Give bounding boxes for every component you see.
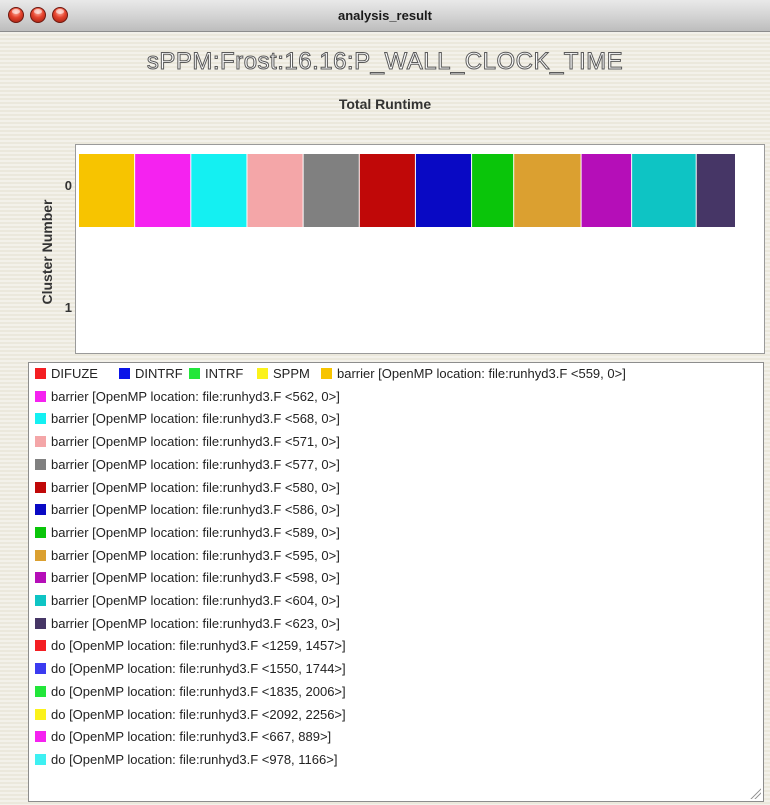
legend-swatch	[35, 572, 46, 584]
legend-swatch	[35, 549, 46, 561]
legend-swatch	[35, 458, 46, 470]
legend-label: barrier [OpenMP location: file:runhyd3.F…	[51, 615, 340, 631]
legend-label: do [OpenMP location: file:runhyd3.F <155…	[51, 661, 346, 677]
legend-swatch	[35, 526, 46, 538]
legend-swatch	[35, 753, 46, 765]
y-axis-label: Cluster Number	[39, 199, 55, 305]
legend-panel[interactable]: DIFUZE DINTRF INTRF SPPM barrier [OpenMP loc…	[28, 362, 764, 802]
legend-label: do [OpenMP location: file:runhyd3.F <183…	[51, 683, 346, 699]
legend-label: barrier [OpenMP location: file:runhyd3.F…	[51, 570, 340, 586]
legend-swatch	[35, 708, 46, 720]
legend-swatch	[35, 663, 46, 675]
legend-swatch	[35, 390, 46, 402]
window-title: analysis_result	[338, 8, 432, 23]
bar-segment-7[interactable]	[472, 154, 514, 227]
legend-label: do [OpenMP location: file:runhyd3.F <209…	[51, 706, 346, 722]
legend-swatch	[35, 413, 46, 425]
bar-segment-1[interactable]	[135, 154, 191, 227]
legend-label: SPPM	[273, 366, 310, 381]
legend-swatch	[119, 368, 130, 379]
bar-segment-11[interactable]	[696, 154, 735, 227]
legend-label: DINTRF	[135, 366, 183, 381]
legend-label: do [OpenMP location: file:runhyd3.F <667…	[51, 729, 332, 745]
plot-area[interactable]	[75, 144, 765, 354]
legend-label: barrier [OpenMP location: file:runhyd3.F…	[51, 434, 340, 450]
legend-label: barrier [OpenMP location: file:runhyd3.F…	[51, 411, 340, 427]
chart-title: sPPM:Frost:16.16:P_WALL_CLOCK_TIME	[146, 48, 624, 76]
legend-swatch	[35, 595, 46, 606]
legend-label: barrier [OpenMP location: file:runhyd3.F…	[51, 593, 340, 608]
legend-label: barrier [OpenMP location: file:runhyd3.F…	[337, 366, 626, 381]
bar-segment-5[interactable]	[359, 154, 415, 227]
bar-segment-0[interactable]	[79, 154, 135, 227]
chart-subtitle: Total Runtime	[338, 96, 432, 112]
legend-swatch	[321, 368, 332, 379]
bar-segment-6[interactable]	[415, 154, 472, 227]
legend-swatch	[35, 731, 46, 743]
legend-swatch	[35, 436, 46, 448]
legend-swatch	[257, 368, 268, 379]
bar-chart-svg	[79, 154, 735, 227]
legend-label: INTRF	[205, 366, 244, 381]
bar-segment-8[interactable]	[514, 154, 581, 227]
title-bar[interactable]: analysis_result	[0, 0, 770, 32]
legend-label: do [OpenMP location: file:runhyd3.F <978…	[51, 751, 338, 767]
legend-swatch	[189, 368, 200, 379]
bar-segment-4[interactable]	[303, 154, 359, 227]
analysis-window: analysis_result sPPM:Frost:16.16:P_WALL_…	[0, 0, 770, 805]
legend-swatch	[35, 617, 46, 629]
legend-label: barrier [OpenMP location: file:runhyd3.F…	[51, 547, 340, 563]
legend-label: barrier [OpenMP location: file:runhyd3.F…	[51, 479, 340, 495]
legend-swatch	[35, 368, 46, 379]
legend-swatch	[35, 640, 46, 652]
legend-swatch	[35, 685, 46, 697]
legend-label: do [OpenMP location: file:runhyd3.F <125…	[51, 638, 346, 654]
legend-label: barrier [OpenMP location: file:runhyd3.F…	[51, 456, 340, 472]
bar-segment-3[interactable]	[247, 154, 303, 227]
legend-label: barrier [OpenMP location: file:runhyd3.F…	[51, 524, 340, 540]
legend-label: barrier [OpenMP location: file:runhyd3.F…	[51, 388, 340, 404]
resize-grip-icon[interactable]	[749, 787, 761, 799]
bar-segment-10[interactable]	[632, 154, 696, 227]
legend-label: DIFUZE	[51, 366, 98, 381]
legend-label: barrier [OpenMP location: file:runhyd3.F…	[51, 502, 340, 518]
y-tick-label: 1	[64, 300, 72, 315]
y-tick-label: 0	[64, 178, 72, 193]
legend-swatch	[35, 504, 46, 516]
bar-segment-2[interactable]	[191, 154, 247, 227]
bar-segment-9[interactable]	[581, 154, 632, 227]
legend-swatch	[35, 481, 46, 493]
